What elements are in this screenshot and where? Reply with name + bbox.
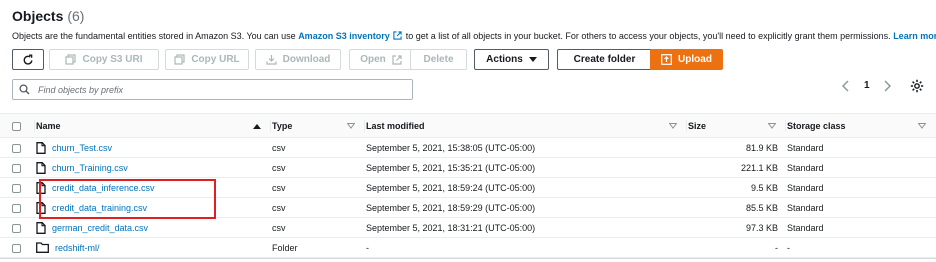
folder-icon xyxy=(36,242,49,253)
object-last-modified: September 5, 2021, 18:31:21 (UTC-05:00) xyxy=(365,217,687,238)
learn-more-link[interactable]: Learn more xyxy=(893,31,936,41)
copy-icon xyxy=(65,54,77,65)
object-storage-class: Standard xyxy=(786,177,936,198)
upload-icon xyxy=(661,54,672,65)
sort-down-icon xyxy=(918,122,926,129)
object-name-link[interactable]: credit_data_training.csv xyxy=(52,203,147,213)
object-storage-class: Standard xyxy=(786,157,936,178)
refresh-icon xyxy=(23,54,33,65)
object-last-modified: September 5, 2021, 15:38:05 (UTC-05:00) xyxy=(365,137,687,158)
objects-table: Name Type Last modified Size Storage cla… xyxy=(0,113,936,258)
divider xyxy=(0,258,936,259)
file-icon xyxy=(36,161,46,174)
chevron-right-icon[interactable] xyxy=(881,79,893,93)
object-type: Folder xyxy=(271,237,365,258)
row-checkbox[interactable] xyxy=(12,223,21,233)
table-row[interactable]: redshift-ml/Folder - - - xyxy=(0,237,936,258)
column-header-type[interactable]: Type xyxy=(271,113,365,138)
create-folder-button[interactable]: Create folder xyxy=(557,49,652,70)
row-checkbox[interactable] xyxy=(12,163,21,173)
object-storage-class: Standard xyxy=(786,197,936,218)
file-icon xyxy=(36,181,46,194)
actions-button[interactable]: Actions xyxy=(474,49,549,70)
column-header-size[interactable]: Size xyxy=(687,113,786,138)
object-name-link[interactable]: redshift-ml/ xyxy=(55,243,100,253)
copy-url-button[interactable]: Copy URL xyxy=(165,49,249,70)
download-icon xyxy=(266,55,277,65)
object-size: 85.5 KB xyxy=(687,197,786,218)
search-icon xyxy=(19,84,30,95)
file-icon xyxy=(36,201,46,214)
search-field[interactable] xyxy=(12,79,413,100)
copy-s3-uri-button[interactable]: Copy S3 URI xyxy=(49,49,159,70)
table-row[interactable]: credit_data_training.csv csv September 5, … xyxy=(0,197,936,218)
caret-down-icon xyxy=(528,56,537,62)
object-type: csv xyxy=(271,197,365,218)
object-storage-class: - xyxy=(786,237,936,258)
table-row[interactable]: churn_Test.csv csv September 5, 2021, 15:3… xyxy=(0,137,936,158)
file-icon xyxy=(36,221,46,234)
object-storage-class: Standard xyxy=(786,217,936,238)
download-button[interactable]: Download xyxy=(255,49,341,70)
object-count: (6) xyxy=(67,8,85,24)
object-size: 9.5 KB xyxy=(687,177,786,198)
external-link-icon[interactable] xyxy=(393,31,402,40)
column-header-last-modified[interactable]: Last modified xyxy=(365,113,687,138)
object-name-link[interactable]: credit_data_inference.csv xyxy=(52,183,155,193)
table-row[interactable]: credit_data_inference.csv csv September 5,… xyxy=(0,177,936,198)
row-checkbox[interactable] xyxy=(12,183,21,193)
object-size: 81.9 KB xyxy=(687,137,786,158)
object-size: - xyxy=(687,237,786,258)
object-size: 221.1 KB xyxy=(687,157,786,178)
pagination: 1 xyxy=(840,79,936,95)
row-checkbox[interactable] xyxy=(12,243,21,253)
object-last-modified: September 5, 2021, 15:35:21 (UTC-05:00) xyxy=(365,157,687,178)
upload-button[interactable]: Upload xyxy=(650,49,723,70)
file-icon xyxy=(36,141,46,154)
open-button[interactable]: Open xyxy=(349,49,413,70)
sort-down-icon xyxy=(347,122,355,129)
objects-header: Objects (6) xyxy=(12,8,84,24)
object-type: csv xyxy=(271,217,365,238)
object-last-modified: September 5, 2021, 18:59:29 (UTC-05:00) xyxy=(365,197,687,218)
object-name-link[interactable]: churn_Test.csv xyxy=(52,143,112,153)
s3-inventory-link[interactable]: Amazon S3 inventory xyxy=(298,31,390,41)
external-link-icon xyxy=(392,54,402,65)
refresh-button[interactable] xyxy=(12,49,44,70)
chevron-left-icon[interactable] xyxy=(840,79,852,93)
current-page[interactable]: 1 xyxy=(864,80,870,91)
object-size: 97.3 KB xyxy=(687,217,786,238)
object-type: csv xyxy=(271,137,365,158)
search-input[interactable] xyxy=(36,83,412,96)
row-checkbox[interactable] xyxy=(12,203,21,213)
table-header-row: Name Type Last modified Size Storage cla… xyxy=(0,113,936,138)
object-type: csv xyxy=(271,177,365,198)
object-last-modified: September 5, 2021, 18:59:24 (UTC-05:00) xyxy=(365,177,687,198)
column-header-storage-class[interactable]: Storage class xyxy=(786,113,936,138)
object-type: csv xyxy=(271,157,365,178)
table-row[interactable]: churn_Training.csv csv September 5, 2021, … xyxy=(0,157,936,178)
object-name-link[interactable]: german_credit_data.csv xyxy=(52,223,148,233)
select-all-checkbox[interactable] xyxy=(12,121,21,131)
row-checkbox[interactable] xyxy=(12,143,21,153)
copy-icon xyxy=(174,54,185,65)
objects-description: Objects are the fundamental entities sto… xyxy=(12,31,936,41)
object-last-modified: - xyxy=(365,237,687,258)
sort-up-icon xyxy=(253,123,261,129)
object-storage-class: Standard xyxy=(786,137,936,158)
delete-button[interactable]: Delete xyxy=(410,49,467,70)
column-header-name[interactable]: Name xyxy=(35,113,271,138)
sort-down-icon xyxy=(768,122,776,129)
page-title: Objects xyxy=(12,8,64,24)
sort-down-icon xyxy=(669,122,677,129)
object-name-link[interactable]: churn_Training.csv xyxy=(52,163,128,173)
table-row[interactable]: german_credit_data.csv csv September 5, 20… xyxy=(0,217,936,238)
gear-icon[interactable] xyxy=(910,79,924,93)
